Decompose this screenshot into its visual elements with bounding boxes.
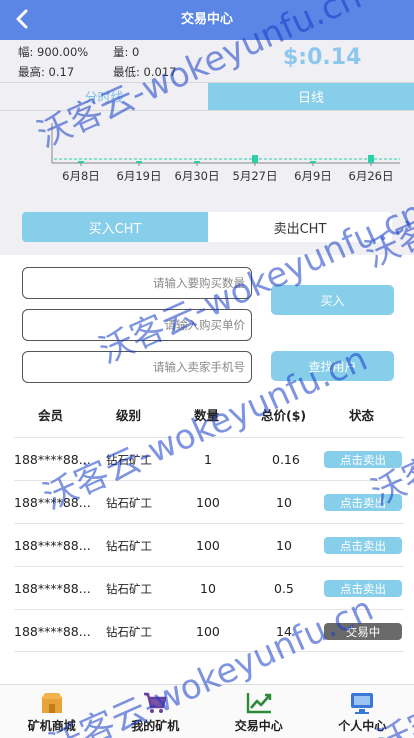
sell-button[interactable]: 点击卖出 [324,537,402,554]
quantity: 1 [204,452,212,467]
chart-bar [310,161,316,163]
find-user-button[interactable]: 查找用户 [271,351,394,381]
top-bar: 交易中心 [0,0,414,40]
chart-bar [136,161,142,163]
unit-price-input[interactable] [22,309,252,341]
member-phone: 188****88... [14,495,91,510]
col-level: 级别 [116,408,142,423]
total-price: 0.5 [274,581,294,596]
total-price: 14 [276,624,292,639]
col-total: 总价($) [261,408,307,423]
member-level: 钻石矿工 [106,539,152,553]
change-percent: 幅: 900.00% [18,45,89,59]
sell-button[interactable]: 点击卖出 [324,580,402,597]
table-row: 188****88... 钻石矿工 10 0.5 点击卖出 [14,566,404,609]
total-price: 10 [276,495,292,510]
low-price: 最低: 0.017 [113,65,177,79]
volume: 量: 0 [113,45,140,59]
quantity-input[interactable] [22,267,252,299]
table-row: 188****88... 钻石矿工 100 10 点击卖出 [14,480,404,523]
chart-tick-label: 6月26日 [349,169,394,183]
total-price: 10 [276,538,292,553]
chart-tabs: 分时线 日线 [0,82,414,111]
nav-my-miners[interactable]: 我的矿机 [104,685,208,738]
chart-tick-label: 6月30日 [175,169,220,183]
nav-trade-center[interactable]: 交易中心 [207,685,311,738]
chart-bar [368,155,374,163]
member-level: 钻石矿工 [106,453,152,467]
seller-phone-input[interactable] [22,351,252,383]
total-price: 0.16 [272,452,300,467]
nav-my-miners-label: 我的矿机 [131,719,180,733]
cart-icon [144,692,167,713]
market-stats: 幅: 900.00% 量: 0 最高: 0.17 最低: 0.017 $:0.1… [0,40,414,82]
chart-bar [252,155,258,163]
chart-bar [194,161,200,163]
quantity: 100 [196,495,220,510]
nav-store[interactable]: 矿机商城 [0,685,104,738]
member-level: 钻石矿工 [106,625,152,639]
tab-timeshare[interactable]: 分时线 [0,83,208,110]
tab-daily[interactable]: 日线 [208,83,414,110]
sell-cht-tab[interactable]: 卖出CHT [208,212,392,242]
member-level: 钻石矿工 [106,582,152,596]
trade-toggle: 买入CHT 卖出CHT [22,212,392,242]
trading-status[interactable]: 交易中 [324,623,402,640]
member-level: 钻石矿工 [106,496,152,510]
nav-profile[interactable]: 个人中心 [311,685,414,738]
monitor-icon [351,693,374,714]
current-price: $:0.14 [283,45,362,70]
col-status: 状态 [349,408,375,423]
nav-profile-label: 个人中心 [338,719,387,733]
high-price: 最高: 0.17 [18,65,75,79]
table-row: 188****88... 钻石矿工 100 14 交易中 [14,609,404,652]
nav-trade-center-label: 交易中心 [234,719,283,733]
member-phone: 188****88... [14,624,91,639]
sell-button[interactable]: 点击卖出 [324,494,402,511]
quantity: 100 [196,624,220,639]
store-icon [40,693,63,713]
col-quantity: 数量 [194,408,220,423]
chart-tick-label: 5月27日 [233,169,278,183]
member-phone: 188****88... [14,452,91,467]
quantity: 100 [196,538,220,553]
col-member: 会员 [38,408,64,423]
member-phone: 188****88... [14,581,91,596]
bottom-nav: 矿机商城 我的矿机 交易中心 个人中心 [0,684,414,738]
quantity: 10 [200,581,216,596]
member-phone: 188****88... [14,538,91,553]
sell-button[interactable]: 点击卖出 [324,451,402,468]
chart-tick-label: 6月9日 [294,169,332,183]
chart-bar [78,161,84,163]
chart-tick-label: 6月19日 [117,169,162,183]
table-header: 会员 级别 数量 总价($) 状态 [14,398,404,428]
buy-cht-tab[interactable]: 买入CHT [22,212,208,242]
table-row: 188****88... 钻石矿工 1 0.16 点击卖出 [14,437,404,480]
nav-store-label: 矿机商城 [27,719,76,733]
price-chart: 6月8日 6月19日 6月30日 5月27日 6月9日 6月26日 [0,111,414,201]
trend-chart-icon [246,693,271,714]
buy-button[interactable]: 买入 [271,285,394,315]
chart-tick-label: 6月8日 [62,169,100,183]
page-title: 交易中心 [180,12,233,27]
price-chart-svg: 6月8日 6月19日 6月30日 5月27日 6月9日 6月26日 [51,123,400,183]
table-row: 188****88... 钻石矿工 100 10 点击卖出 [14,523,404,566]
